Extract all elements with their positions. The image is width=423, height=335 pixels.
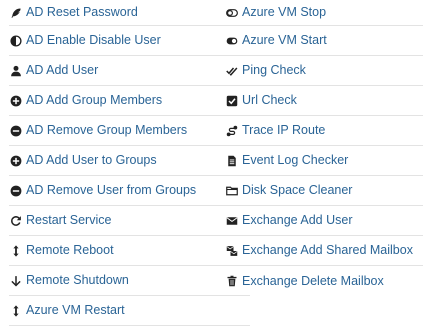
document-icon <box>225 154 239 168</box>
item-label: Url Check <box>242 93 297 108</box>
item-label: Remote Reboot <box>26 243 114 258</box>
item-label: AD Add User <box>26 63 99 78</box>
list-item-ping-check[interactable]: Ping Check <box>225 56 423 86</box>
item-label: Restart Service <box>26 213 112 228</box>
vertical-arrows-icon <box>9 304 23 318</box>
list-item-trace-ip-route[interactable]: Trace IP Route <box>225 116 423 146</box>
item-label: Trace IP Route <box>242 123 326 138</box>
checkbox-icon <box>225 94 239 108</box>
item-label: Exchange Add User <box>242 213 353 228</box>
item-label: Azure VM Stop <box>242 5 327 20</box>
route-icon <box>225 124 239 138</box>
list-item-ad-reset-password[interactable]: AD Reset Password <box>9 0 250 26</box>
left-column: AD Reset Password AD Enable Disable User… <box>9 0 250 326</box>
envelope-icon <box>225 214 239 228</box>
item-label: Remote Shutdown <box>26 273 129 288</box>
arrow-down-icon <box>9 274 23 288</box>
item-label: AD Reset Password <box>26 5 138 20</box>
list-item-event-log-checker[interactable]: Event Log Checker <box>225 146 423 176</box>
list-item-remote-shutdown[interactable]: Remote Shutdown <box>9 266 250 296</box>
list-item-ad-remove-user-from-groups[interactable]: AD Remove User from Groups <box>9 176 250 206</box>
list-item-ad-add-group-members[interactable]: AD Add Group Members <box>9 86 250 116</box>
trash-icon <box>225 274 239 288</box>
list-item-azure-vm-stop[interactable]: Azure VM Stop <box>225 0 423 26</box>
list-item-exchange-add-shared-mailbox[interactable]: Exchange Add Shared Mailbox <box>225 236 423 266</box>
toggle-off-icon <box>225 6 239 20</box>
shared-mailbox-icon <box>225 244 239 258</box>
item-label: AD Enable Disable User <box>26 33 161 48</box>
right-column: Azure VM Stop Azure VM Start Ping Check … <box>225 0 423 296</box>
minus-circle-icon <box>9 124 23 138</box>
plus-circle-icon <box>9 154 23 168</box>
item-label: Disk Space Cleaner <box>242 183 353 198</box>
list-item-azure-vm-start[interactable]: Azure VM Start <box>225 26 423 56</box>
list-item-ad-add-user[interactable]: AD Add User <box>9 56 250 86</box>
item-label: Exchange Add Shared Mailbox <box>242 243 413 258</box>
list-item-ad-add-user-to-groups[interactable]: AD Add User to Groups <box>9 146 250 176</box>
item-label: Azure VM Restart <box>26 303 125 318</box>
list-item-exchange-delete-mailbox[interactable]: Exchange Delete Mailbox <box>225 266 423 296</box>
list-item-url-check[interactable]: Url Check <box>225 86 423 116</box>
plus-circle-icon <box>9 94 23 108</box>
item-label: Azure VM Start <box>242 33 327 48</box>
adjust-icon <box>9 34 23 48</box>
toggle-on-icon <box>225 34 239 48</box>
minus-circle-icon <box>9 184 23 198</box>
feather-icon <box>9 6 23 20</box>
list-item-ad-enable-disable-user[interactable]: AD Enable Disable User <box>9 26 250 56</box>
item-label: Event Log Checker <box>242 153 349 168</box>
double-check-icon <box>225 64 239 78</box>
item-label: AD Add Group Members <box>26 93 163 108</box>
list-item-restart-service[interactable]: Restart Service <box>9 206 250 236</box>
list-item-ad-remove-group-members[interactable]: AD Remove Group Members <box>9 116 250 146</box>
list-item-exchange-add-user[interactable]: Exchange Add User <box>225 206 423 236</box>
vertical-arrows-icon <box>9 244 23 258</box>
item-label: AD Remove Group Members <box>26 123 188 138</box>
item-label: AD Add User to Groups <box>26 153 157 168</box>
folder-icon <box>225 184 239 198</box>
item-label: Exchange Delete Mailbox <box>242 273 384 288</box>
list-item-remote-reboot[interactable]: Remote Reboot <box>9 236 250 266</box>
user-icon <box>9 64 23 78</box>
automation-list: AD Reset Password AD Enable Disable User… <box>0 0 423 335</box>
item-label: AD Remove User from Groups <box>26 183 197 198</box>
item-label: Ping Check <box>242 63 306 78</box>
redo-icon <box>9 214 23 228</box>
list-item-azure-vm-restart[interactable]: Azure VM Restart <box>9 296 250 326</box>
list-item-disk-space-cleaner[interactable]: Disk Space Cleaner <box>225 176 423 206</box>
